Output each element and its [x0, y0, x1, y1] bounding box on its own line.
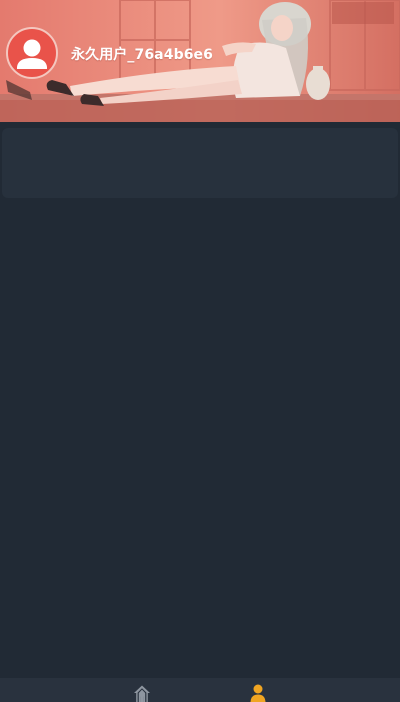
- user-avatar[interactable]: [6, 27, 58, 79]
- profile-page: 永久用户_76a4b6e6: [0, 0, 400, 702]
- tab-home[interactable]: [92, 678, 192, 702]
- home-icon: [134, 685, 150, 702]
- profile-header-banner: 永久用户_76a4b6e6: [0, 0, 400, 122]
- tab-profile[interactable]: [208, 678, 308, 702]
- default-avatar-icon: [17, 39, 47, 69]
- person-icon: [250, 684, 266, 702]
- username-label: 永久用户_76a4b6e6: [71, 47, 213, 63]
- profile-info-card: [2, 128, 398, 198]
- bottom-tab-bar: [0, 678, 400, 702]
